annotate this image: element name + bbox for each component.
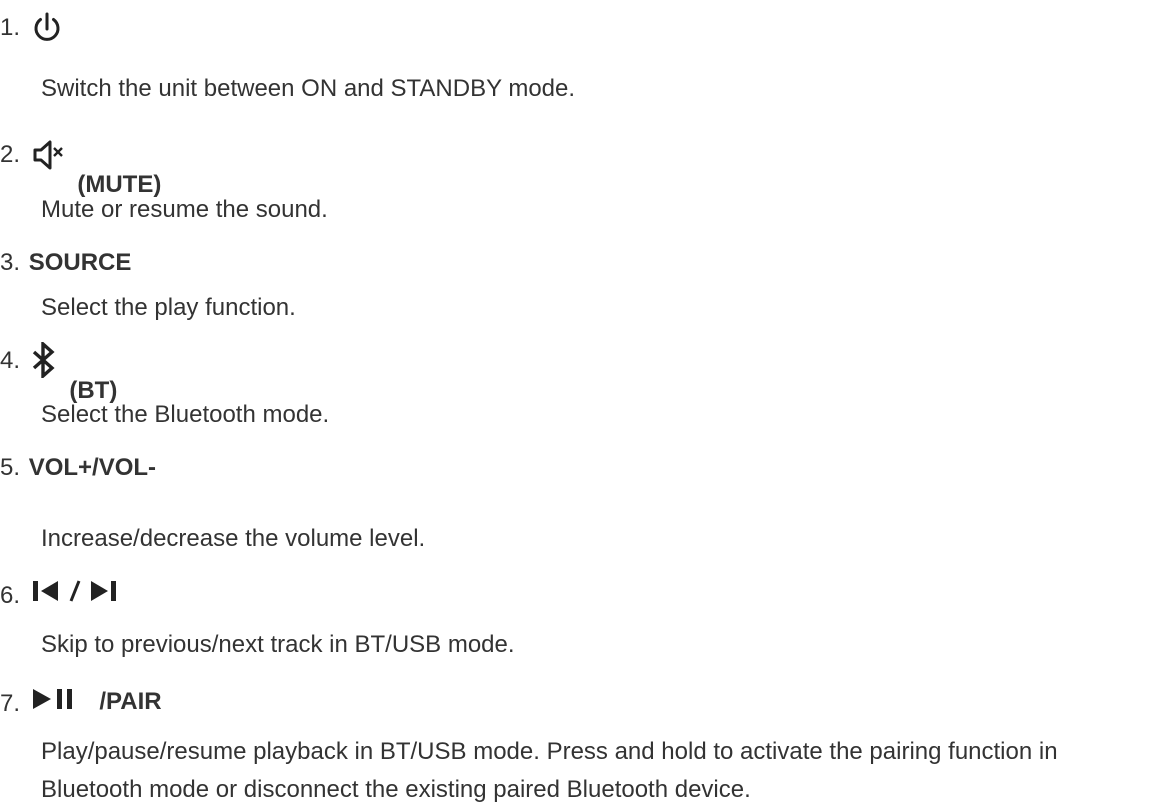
item-1-description: Switch the unit between ON and STANDBY m… [41,75,576,102]
item-6-description: Skip to previous/next track in BT/USB mo… [41,631,515,658]
play-pause-icon [31,686,87,712]
item-number: 6. [0,582,21,609]
speaker-mute-icon [31,138,65,172]
power-icon [31,12,63,46]
item-number: 4. [0,347,21,374]
volume-label: VOL+/VOL- [28,454,157,481]
item-number: 7. [0,690,21,717]
item-number: 3. [0,249,21,276]
item-7-heading: 7. /PAIR [0,684,162,718]
item-number: 1. [0,14,21,42]
item-7-description: Play/pause/resume playback in BT/USB mod… [41,738,1058,803]
pair-label: /PAIR [99,688,162,715]
item-2-heading: 2. (MUTE) [0,138,161,199]
source-label: SOURCE [28,249,132,276]
item-5-description: Increase/decrease the volume level. [41,525,426,552]
bluetooth-icon [31,342,57,378]
item-5-heading: 5. VOL+/VOL- [0,454,156,482]
item-2-description: Mute or resume the sound. [41,196,328,223]
item-3-description: Select the play function. [41,294,296,321]
item-1-heading: 1. [0,12,63,46]
skip-previous-next-icon [31,578,125,604]
item-3-heading: 3. SOURCE [0,249,131,277]
item-number: 2. [0,141,21,168]
item-4-description: Select the Bluetooth mode. [41,401,330,428]
item-6-heading: 6. [0,576,125,610]
item-number: 5. [0,454,21,481]
